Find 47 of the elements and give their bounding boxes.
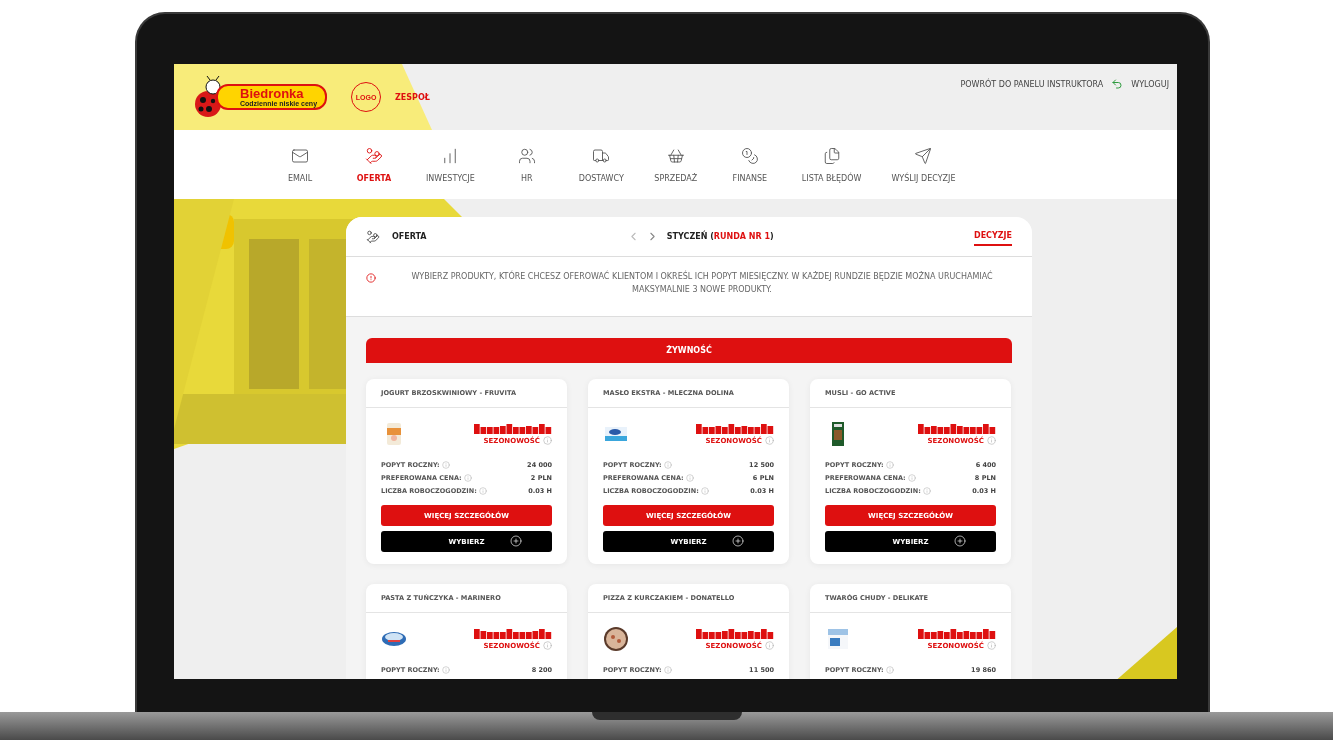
info-icon[interactable] — [765, 641, 774, 650]
info-icon[interactable] — [765, 436, 774, 445]
people-icon — [517, 146, 536, 165]
nav-tab[interactable]: SPRZEDAŻ — [653, 146, 698, 183]
nav-tab[interactable]: OFERTA — [352, 146, 396, 183]
notice-text: WYBIERZ PRODUKTY, KTÓRE CHCESZ OFEROWAĆ KLIENTOM I OKREŚL ICH POPYT MIESIĘCZNY. W KAŻDEJ RUNDZIE BĘDZIE MOŻNA URUCHAMIAĆ MAKSYMALNIE 3 NOWE PRODUKTY. — [410, 271, 994, 296]
info-icon[interactable] — [987, 641, 996, 650]
nav-tab[interactable]: HR — [504, 146, 549, 183]
info-icon[interactable] — [663, 460, 672, 469]
info-icon[interactable] — [987, 436, 996, 445]
info-icon[interactable] — [478, 486, 487, 495]
coins-icon — [740, 146, 759, 165]
category-header: ŻYWNOŚĆ — [366, 338, 1012, 363]
nav-tab[interactable]: EMAIL — [278, 146, 322, 183]
info-icon[interactable] — [922, 486, 931, 495]
info-icon[interactable] — [663, 665, 672, 674]
return-arrow-icon[interactable] — [1111, 78, 1124, 90]
logout-link[interactable]: WYLOGUJ — [1131, 79, 1169, 89]
add-icon — [732, 535, 744, 547]
mail-icon — [291, 146, 309, 165]
brand-name: Biedronka — [240, 86, 305, 101]
info-icon[interactable] — [543, 436, 552, 445]
info-icon[interactable] — [441, 460, 450, 469]
info-icon[interactable] — [543, 641, 552, 650]
info-icon[interactable] — [907, 473, 916, 482]
team-name: ZESPOŁ — [395, 92, 430, 102]
hand-coin-icon — [365, 146, 383, 165]
nav-tab[interactable]: DOSTAWCY — [578, 146, 624, 183]
documents-icon — [822, 146, 841, 165]
info-icon[interactable] — [885, 460, 894, 469]
period-label: STYCZEŃ (RUNDA NR 1) — [666, 232, 774, 241]
nav-tab[interactable]: FINANSE — [727, 146, 772, 183]
nav-tab[interactable]: LISTA BŁĘDÓW — [801, 146, 862, 183]
send-icon — [914, 146, 933, 165]
add-icon — [510, 535, 522, 547]
truck-icon — [592, 146, 611, 165]
info-icon[interactable] — [463, 473, 472, 482]
info-icon[interactable] — [700, 486, 709, 495]
info-icon[interactable] — [885, 665, 894, 674]
info-icon[interactable] — [441, 665, 450, 674]
decisions-tab[interactable]: DECYZJE — [974, 227, 1012, 246]
nav-tab[interactable]: INWESTYCJE — [426, 146, 475, 183]
basket-icon — [666, 146, 685, 165]
add-icon — [954, 535, 966, 547]
nav-tab[interactable]: WYŚLIJ DECYZJE — [891, 146, 956, 183]
info-icon[interactable] — [685, 473, 694, 482]
back-to-instructor-link[interactable]: POWRÓT DO PANELU INSTRUKTORA — [960, 79, 1104, 89]
